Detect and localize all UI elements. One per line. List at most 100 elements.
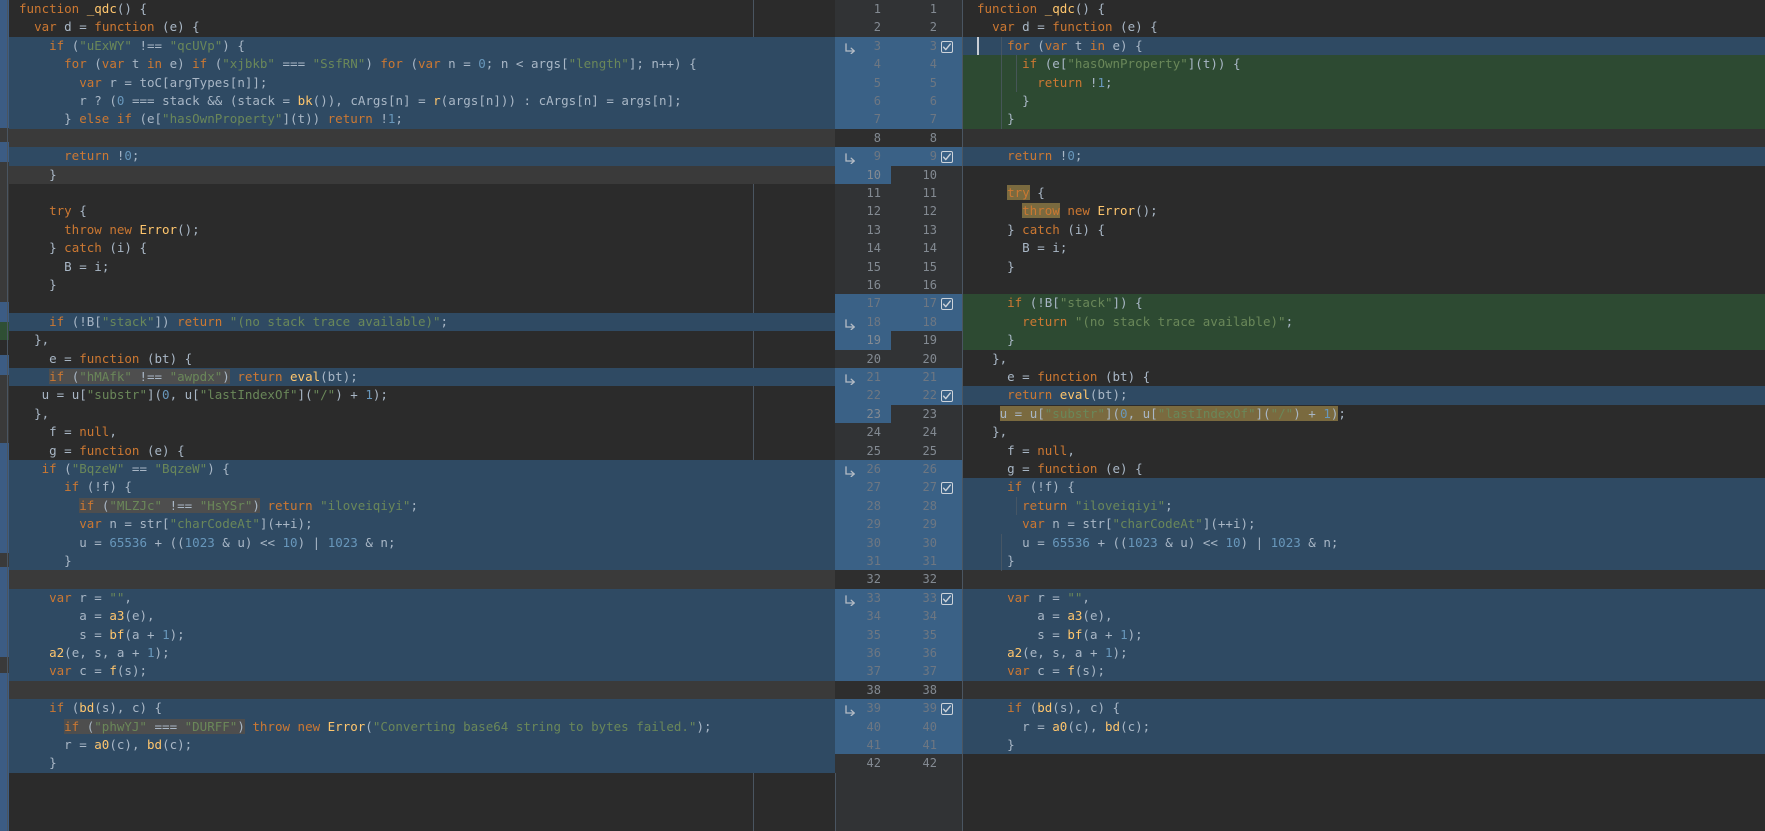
code-line[interactable]: B = i;: [9, 258, 835, 276]
code-line[interactable]: function _qdc() {: [963, 0, 1765, 18]
code-line[interactable]: [9, 128, 835, 148]
code-line[interactable]: var r = toC[argTypes[n]];: [9, 73, 835, 92]
code-line[interactable]: return eval(bt);: [963, 386, 1765, 405]
code-line[interactable]: if ("uExWY" !== "qcUVp") {: [9, 36, 835, 56]
gutter-row[interactable]: 33: [835, 36, 963, 56]
gutter-row[interactable]: 42 42: [835, 754, 963, 773]
code-line[interactable]: u = u["substr"](0, u["lastIndexOf"]("/")…: [963, 405, 1765, 423]
accept-change-checkbox[interactable]: [941, 481, 953, 495]
gutter-row[interactable]: 30 30: [835, 533, 963, 552]
code-line[interactable]: [963, 680, 1765, 700]
code-line[interactable]: }: [9, 552, 835, 571]
gutter-row[interactable]: 14 14: [835, 239, 963, 258]
code-line[interactable]: var d = function (e) {: [9, 18, 835, 36]
code-line[interactable]: } else if (e["hasOwnProperty"](t)) retur…: [9, 110, 835, 129]
code-line[interactable]: f = null,: [963, 442, 1765, 460]
code-line[interactable]: [963, 166, 1765, 184]
code-line[interactable]: return !0;: [963, 147, 1765, 166]
code-line[interactable]: var c = f(s);: [963, 662, 1765, 681]
apply-change-arrow-icon[interactable]: [844, 703, 856, 717]
code-line[interactable]: if (!f) {: [963, 478, 1765, 497]
code-line[interactable]: }: [963, 258, 1765, 276]
code-line[interactable]: try {: [9, 202, 835, 220]
gutter-row[interactable]: 22 22: [835, 386, 963, 405]
gutter-row[interactable]: 37 37: [835, 662, 963, 681]
code-line[interactable]: if ("hMAfk" !== "awpdx") return eval(bt)…: [9, 368, 835, 387]
gutter-row[interactable]: 20 20: [835, 349, 963, 368]
right-editor-pane[interactable]: function _qdc() { var d = function (e) {…: [963, 0, 1765, 831]
code-line[interactable]: if ("phwYJ" === "DURFF") throw new Error…: [9, 717, 835, 736]
code-line[interactable]: } catch (i) {: [9, 239, 835, 257]
code-line[interactable]: a = a3(e),: [9, 607, 835, 626]
gutter-row[interactable]: 13 13: [835, 220, 963, 240]
code-line[interactable]: [9, 680, 835, 700]
code-line[interactable]: if (bd(s), c) {: [9, 699, 835, 718]
gutter-row[interactable]: 17 17: [835, 294, 963, 313]
gutter-row[interactable]: 34 34: [835, 607, 963, 626]
apply-change-arrow-icon[interactable]: [844, 464, 856, 478]
code-line[interactable]: a = a3(e),: [963, 607, 1765, 626]
gutter-row[interactable]: 16 16: [835, 276, 963, 295]
code-line[interactable]: s = bf(a + 1);: [9, 625, 835, 644]
code-line[interactable]: for (var t in e) {: [963, 36, 1765, 56]
code-line[interactable]: function _qdc() {: [9, 0, 835, 18]
code-line[interactable]: s = bf(a + 1);: [963, 625, 1765, 644]
code-line[interactable]: u = 65536 + ((1023 & u) << 10) | 1023 & …: [9, 533, 835, 552]
gutter-row[interactable]: 39 39: [835, 699, 963, 718]
code-line[interactable]: var r = "",: [9, 588, 835, 608]
code-line[interactable]: [963, 276, 1765, 294]
code-line[interactable]: throw new Error();: [9, 221, 835, 239]
code-line[interactable]: }: [963, 110, 1765, 129]
gutter-row[interactable]: 99: [835, 147, 963, 166]
code-line[interactable]: e = function (bt) {: [9, 350, 835, 368]
gutter-row[interactable]: 40 40: [835, 717, 963, 736]
code-line[interactable]: r = a0(c), bd(c);: [963, 717, 1765, 736]
gutter-row[interactable]: 21 21: [835, 368, 963, 387]
code-line[interactable]: if (!B["stack"]) return "(no stack trace…: [9, 312, 835, 332]
gutter-row[interactable]: 11 11: [835, 184, 963, 203]
gutter-row[interactable]: 88: [835, 128, 963, 148]
apply-change-arrow-icon[interactable]: [844, 593, 856, 607]
code-line[interactable]: [9, 294, 835, 312]
code-line[interactable]: a2(e, s, a + 1);: [9, 644, 835, 663]
code-line[interactable]: }: [963, 92, 1765, 111]
gutter-row[interactable]: 35 35: [835, 625, 963, 644]
code-line[interactable]: return "(no stack trace available)";: [963, 312, 1765, 332]
gutter-row[interactable]: 26 26: [835, 460, 963, 479]
code-line[interactable]: }: [963, 331, 1765, 350]
code-line[interactable]: if ("BqzeW" == "BqzeW") {: [9, 460, 835, 479]
gutter-row[interactable]: 66: [835, 92, 963, 111]
gutter-row[interactable]: 32 32: [835, 570, 963, 589]
code-line[interactable]: var d = function (e) {: [963, 18, 1765, 36]
code-line[interactable]: var n = str["charCodeAt"](++i);: [963, 515, 1765, 534]
code-line[interactable]: },: [9, 405, 835, 423]
gutter-row[interactable]: 23 23: [835, 404, 963, 424]
code-line[interactable]: [9, 184, 835, 202]
gutter-row[interactable]: 44: [835, 55, 963, 74]
gutter-row[interactable]: 18 18: [835, 312, 963, 332]
code-line[interactable]: a2(e, s, a + 1);: [963, 644, 1765, 663]
code-line[interactable]: }: [9, 754, 835, 773]
code-line[interactable]: var c = f(s);: [9, 662, 835, 681]
code-line[interactable]: f = null,: [9, 423, 835, 441]
code-line[interactable]: e = function (bt) {: [963, 368, 1765, 386]
code-line[interactable]: u = 65536 + ((1023 & u) << 10) | 1023 & …: [963, 533, 1765, 552]
diff-gutter[interactable]: 1 1 2 2 3 3 4 4 5 5 6 6 7 7 8 8 9 9 10 10 11 11 12 12 13 13 14 14 15…: [835, 0, 963, 831]
code-line[interactable]: if (!f) {: [9, 478, 835, 497]
code-line[interactable]: if (bd(s), c) {: [963, 699, 1765, 718]
gutter-row[interactable]: 41 41: [835, 736, 963, 755]
code-line[interactable]: return !1;: [963, 73, 1765, 92]
accept-change-checkbox[interactable]: [941, 389, 953, 403]
apply-change-arrow-icon[interactable]: [844, 151, 856, 165]
gutter-row[interactable]: 27 27: [835, 478, 963, 497]
code-line[interactable]: g = function (e) {: [9, 442, 835, 460]
gutter-row[interactable]: 15 15: [835, 257, 963, 276]
gutter-row[interactable]: 33 33: [835, 588, 963, 608]
code-line[interactable]: u = u["substr"](0, u["lastIndexOf"]("/")…: [9, 386, 835, 404]
code-line[interactable]: if (!B["stack"]) {: [963, 294, 1765, 313]
gutter-row[interactable]: 36 36: [835, 644, 963, 663]
code-line[interactable]: },: [963, 423, 1765, 441]
left-editor-pane[interactable]: function _qdc() { var d = function (e) {…: [9, 0, 835, 831]
apply-change-arrow-icon[interactable]: [844, 372, 856, 386]
code-line[interactable]: [963, 128, 1765, 148]
